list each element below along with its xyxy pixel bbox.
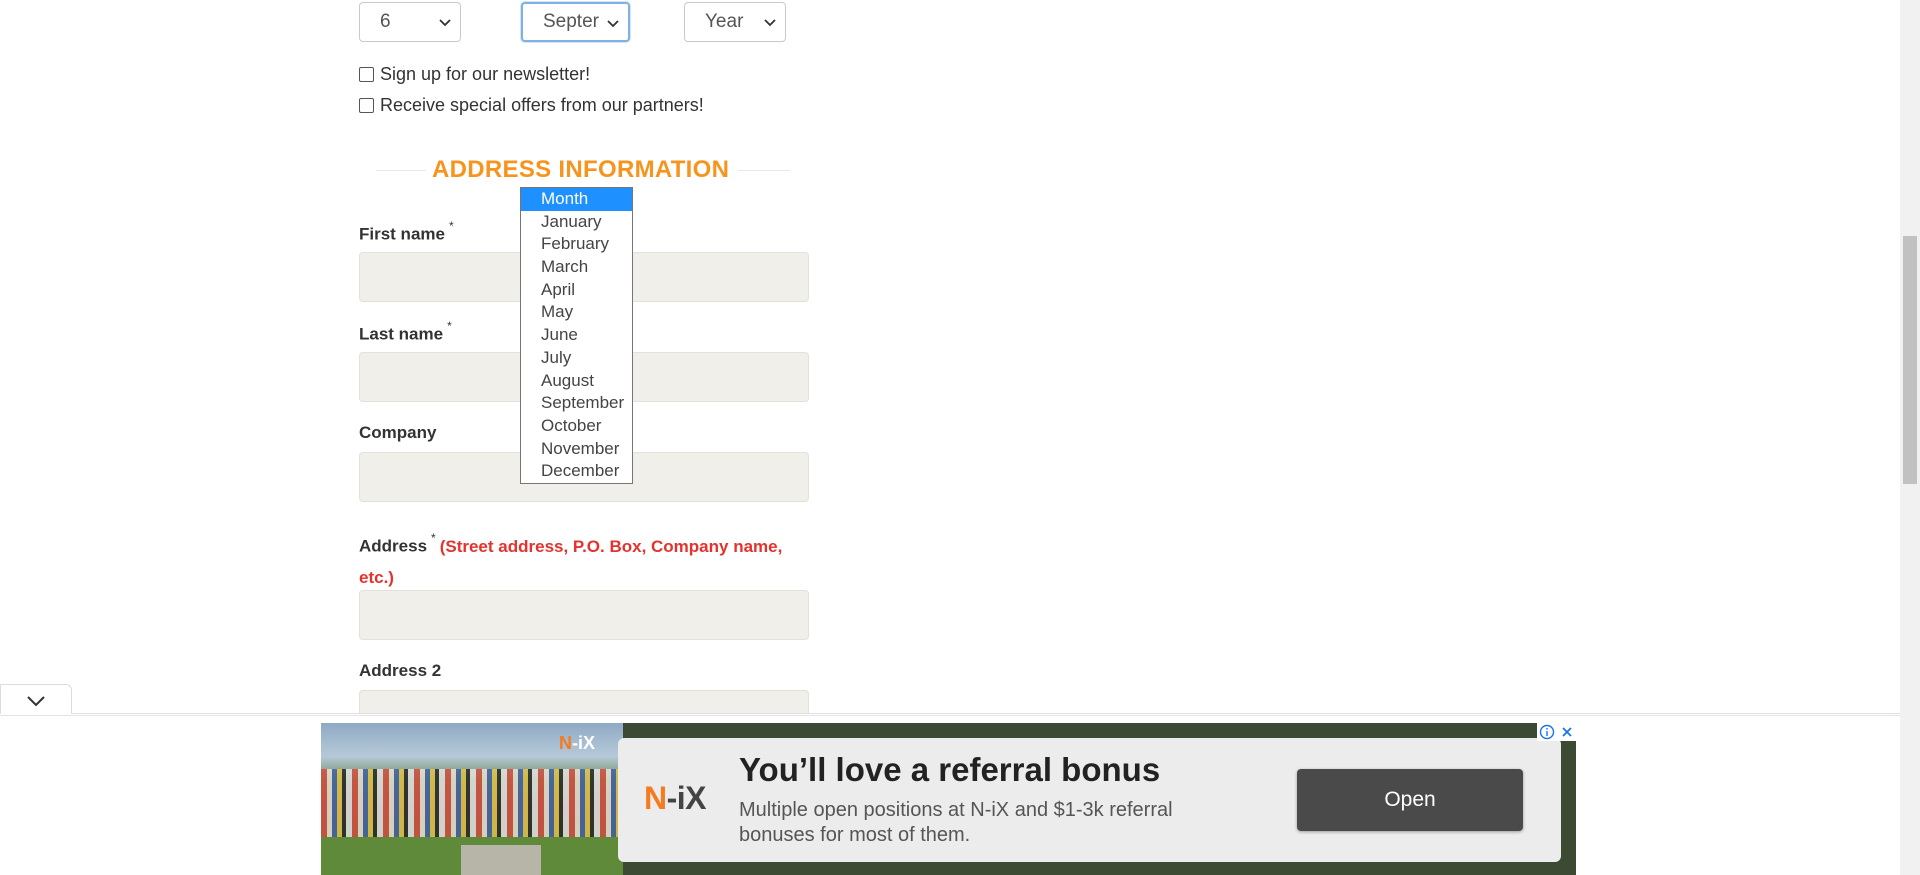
ad-photo: N-iX <box>321 723 623 875</box>
birth-year-select[interactable]: Year <box>684 2 786 42</box>
birth-day-select[interactable]: 6 <box>359 2 461 42</box>
month-option[interactable]: September <box>521 392 632 415</box>
address2-label: Address 2 <box>359 661 442 680</box>
newsletter-checkbox[interactable] <box>359 67 374 82</box>
birth-month-value: Septer <box>543 11 599 32</box>
scrollbar-thumb[interactable] <box>1903 236 1917 484</box>
month-option[interactable]: November <box>521 438 632 461</box>
ad-logo-n: N <box>644 780 667 816</box>
newsletter-option: Sign up for our newsletter! <box>359 64 590 85</box>
ad-photo-logo-rest: -iX <box>572 733 596 753</box>
newsletter-label[interactable]: Sign up for our newsletter! <box>380 64 590 85</box>
chevron-down-icon <box>439 19 451 27</box>
ad-headline: You’ll love a referral bonus <box>739 751 1161 788</box>
month-option[interactable]: December <box>521 460 632 483</box>
page-scrollbar[interactable] <box>1900 0 1920 875</box>
collapse-ad-button[interactable] <box>0 684 72 714</box>
last-name-label-text: Last name <box>359 324 444 344</box>
close-icon[interactable] <box>1560 725 1574 739</box>
month-option[interactable]: April <box>521 279 632 302</box>
month-option[interactable]: March <box>521 256 632 279</box>
birth-month-select[interactable]: Septer <box>521 2 630 42</box>
month-option[interactable]: May <box>521 301 632 324</box>
ad-photo-logo: N-iX <box>559 733 595 754</box>
partner-offers-label[interactable]: Receive special offers from our partners… <box>380 95 704 116</box>
month-option[interactable]: October <box>521 415 632 438</box>
month-option[interactable]: Month <box>521 188 632 211</box>
month-dropdown-list: Month January February March April May J… <box>520 187 633 484</box>
first-name-label-text: First name <box>359 224 445 244</box>
month-option[interactable]: January <box>521 211 632 234</box>
required-mark: * <box>448 219 454 233</box>
partner-offers-option: Receive special offers from our partners… <box>359 95 704 116</box>
company-label: Company <box>359 423 437 442</box>
ad-open-button[interactable]: Open <box>1297 769 1523 831</box>
partner-offers-checkbox[interactable] <box>359 98 374 113</box>
ad-photo-logo-n: N <box>559 733 572 753</box>
ad-logo-rest: -iX <box>666 780 707 816</box>
chevron-down-icon <box>27 696 45 707</box>
heading-divider-right <box>738 170 790 171</box>
first-name-label: First name * <box>359 219 454 245</box>
month-option[interactable]: June <box>521 324 632 347</box>
month-option[interactable]: February <box>521 233 632 256</box>
ad-card: N-iX You’ll love a referral bonus Multip… <box>618 738 1561 862</box>
heading-divider-left <box>376 170 426 171</box>
address2-input[interactable] <box>359 690 809 713</box>
month-option[interactable]: July <box>521 347 632 370</box>
required-mark: * <box>431 531 436 545</box>
birth-day-value: 6 <box>380 11 391 32</box>
address-section-heading: ADDRESS INFORMATION <box>376 152 790 186</box>
address-section-title: ADDRESS INFORMATION <box>432 156 730 183</box>
ad-banner[interactable]: N-iX N-iX You’ll love a referral bonus M… <box>321 723 1576 875</box>
address-label-text: Address <box>359 536 428 556</box>
address-label: Address * (Street address, P.O. Box, Compa… <box>359 526 811 593</box>
month-option[interactable]: August <box>521 370 632 393</box>
ad-photo-path <box>461 845 541 875</box>
last-name-label: Last name * <box>359 319 452 345</box>
ad-photo-crowd <box>321 769 623 839</box>
ad-controls <box>1537 723 1576 741</box>
chevron-down-icon <box>607 20 619 28</box>
birth-year-value: Year <box>705 11 744 32</box>
ad-info-icon[interactable] <box>1539 724 1555 740</box>
required-mark: * <box>447 319 452 333</box>
ad-description: Multiple open positions at N-iX and $1-3… <box>739 799 1173 846</box>
ad-brand-logo: N-iX <box>644 780 707 817</box>
chevron-down-icon <box>764 19 776 27</box>
address-input[interactable] <box>359 590 809 640</box>
content-bottom-edge <box>0 713 1900 714</box>
